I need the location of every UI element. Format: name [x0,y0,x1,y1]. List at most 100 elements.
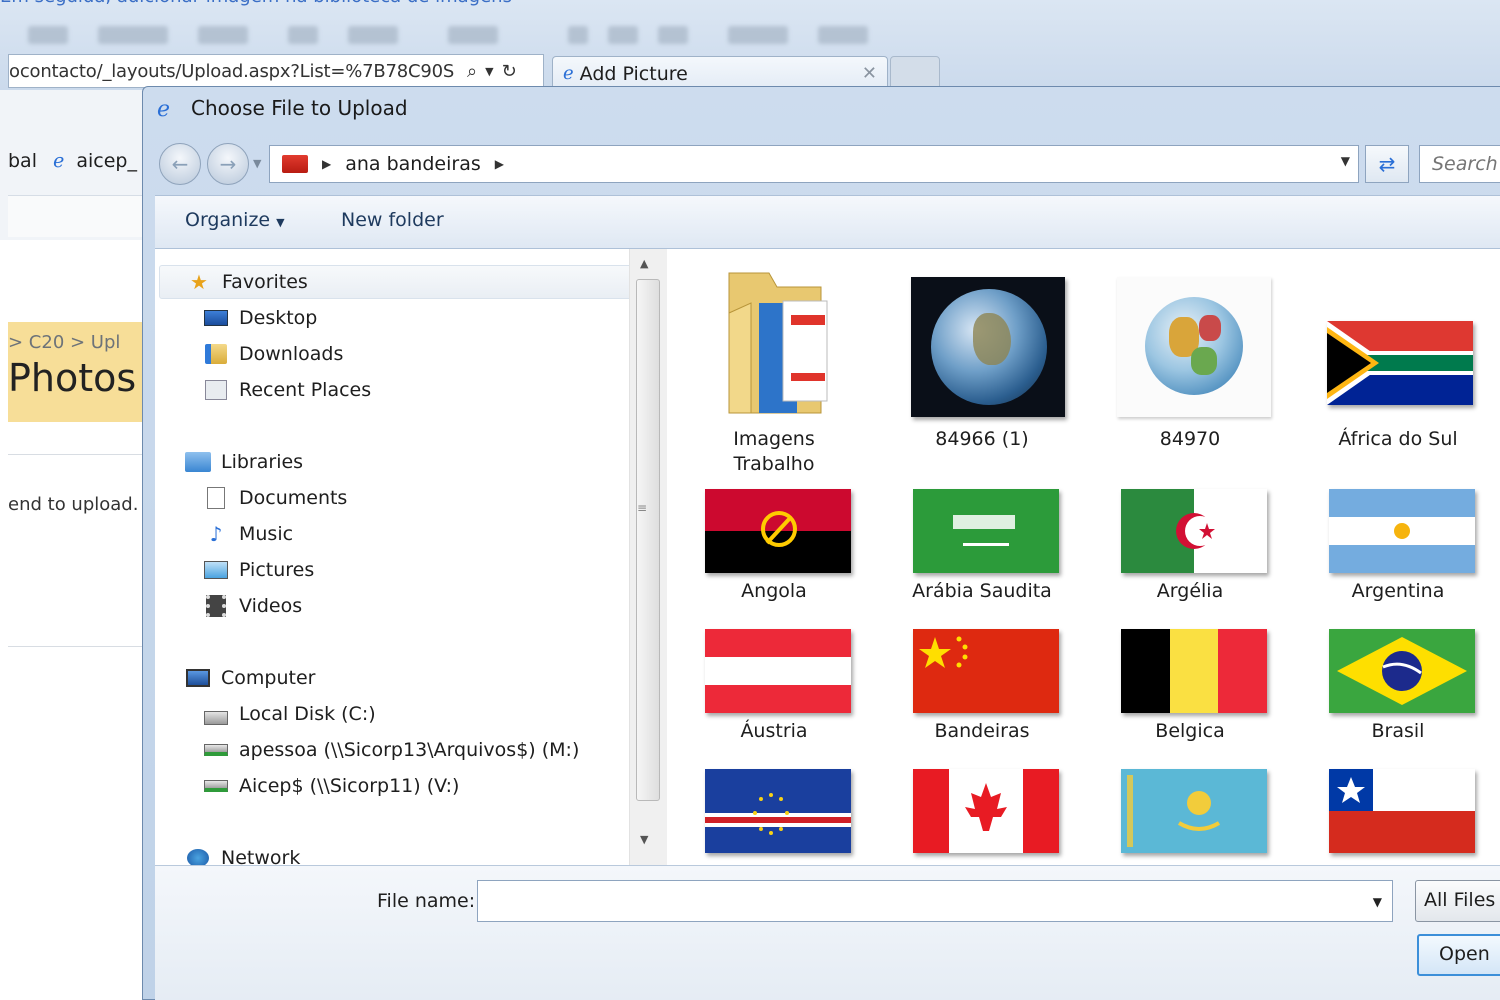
open-button[interactable]: Open [1417,934,1500,976]
file-item-cazaquistao[interactable] [1095,757,1285,865]
search-icon[interactable]: ⌕ [467,61,477,82]
tab-title: Add Picture [579,62,688,85]
nav-network[interactable]: Network [185,841,300,865]
recent-locations-dropdown[interactable]: ▼ [253,157,261,170]
nav-pictures[interactable]: Pictures [203,553,314,587]
forward-button[interactable]: → [207,143,249,185]
search-input[interactable] [1420,146,1500,182]
file-name-label: File name: [377,890,476,912]
command-bar: Organize ▼ New folder [155,195,1500,249]
file-item-argentina[interactable]: Argentina [1303,477,1493,617]
nav-downloads[interactable]: Downloads [203,337,343,371]
address-path-bar[interactable]: ▶ ana bandeiras ▶ ▼ [269,145,1359,183]
file-name-input[interactable] [478,881,1392,921]
new-tab-button[interactable] [890,56,940,90]
file-item-belgica[interactable]: Belgica [1095,617,1285,757]
browser-tab[interactable]: ℯ Add Picture ✕ [552,56,888,90]
file-item-bandeiras[interactable]: Bandeiras [887,617,1077,757]
file-type-select[interactable]: All Files ( [1415,880,1500,922]
page-heading-link[interactable]: Em seguida, adicionar imagem na bibliote… [0,0,900,8]
address-bar[interactable]: ocontacto/_layouts/Upload.aspx?List=%7B7… [8,54,544,88]
scroll-thumb[interactable] [636,279,660,801]
downloads-icon [203,342,229,366]
file-item-canada[interactable] [887,757,1077,865]
file-item-imagens-trabalho[interactable]: Imagens Trabalho [679,259,869,479]
page-title: Photos [8,356,137,400]
folder-icon [728,272,828,414]
file-item-84970[interactable]: 84970 [1095,259,1285,479]
file-label: Imagens Trabalho [733,428,815,475]
file-label: Angola [741,580,807,602]
file-name-combobox[interactable]: ▼ [477,880,1393,922]
star-icon: ★ [190,270,208,294]
dropdown-arrow-icon[interactable]: ▼ [485,65,493,78]
nav-desktop[interactable]: Desktop [203,301,317,335]
upload-instruction: end to upload. [8,494,139,515]
file-item-austria[interactable]: Áustria [679,617,869,757]
choose-file-dialog: ℯ Choose File to Upload ← → ▼ ▶ ana band… [142,86,1500,1000]
argentina-flag-icon [1329,489,1475,573]
network-icon [185,846,211,865]
nav-music[interactable]: ♪ Music [203,517,293,551]
file-item-argelia[interactable]: Argélia [1095,477,1285,617]
nav-recent-places[interactable]: Recent Places [203,373,371,407]
chevron-down-icon[interactable]: ▼ [1341,154,1350,168]
scroll-down-icon[interactable]: ▼ [640,833,648,846]
ie-icon: ℯ [157,97,171,122]
chevron-right-icon[interactable]: ▶ [495,157,504,171]
austria-flag-icon [705,629,851,713]
refresh-icon: ⇄ [1378,152,1396,176]
file-label: Áustria [740,720,808,742]
nav-local-disk[interactable]: Local Disk (C:) [203,697,376,731]
file-item-arabia-saudita[interactable]: Arábia Saudita [887,477,1077,617]
nav-label: Computer [221,667,316,689]
file-item-angola[interactable]: Angola [679,477,869,617]
navigation-pane: ★ Favorites Desktop Downloads Recent Pla… [155,249,667,865]
nav-favorites[interactable]: ★ Favorites [159,265,635,299]
nav-label: Favorites [222,271,308,293]
back-button[interactable]: ← [159,143,201,185]
chevron-down-icon[interactable]: ▼ [1373,895,1382,909]
breadcrumb[interactable]: > C20 > Upl [8,332,120,353]
file-item-chile[interactable] [1303,757,1493,865]
chevron-right-icon[interactable]: ▶ [322,157,331,171]
arrow-left-icon: ← [171,152,189,176]
nav-videos[interactable]: Videos [203,589,302,623]
south-africa-flag-icon [1327,321,1473,405]
scroll-up-icon[interactable]: ▲ [640,257,648,270]
divider [8,454,148,455]
close-tab-icon[interactable]: ✕ [862,63,877,84]
refresh-button[interactable]: ⇄ [1365,145,1409,183]
globe-image [1117,277,1271,417]
nav-scrollbar[interactable]: ▲ ≡ ▼ [629,249,667,865]
address-url: ocontacto/_layouts/Upload.aspx?List=%7B7… [9,60,455,82]
refresh-icon[interactable]: ↻ [502,61,517,82]
path-segment[interactable]: ana bandeiras [345,153,481,175]
file-item-brasil[interactable]: Brasil [1303,617,1493,757]
nav-label: Music [239,523,294,545]
file-item-africa-do-sul[interactable]: África do Sul [1303,259,1493,479]
favorites-link[interactable]: aicep_ [76,150,137,172]
angola-flag-icon [705,489,851,573]
divider [8,195,148,237]
organize-button[interactable]: Organize ▼ [185,209,285,231]
nav-label: Recent Places [239,379,372,401]
file-item-84966[interactable]: 84966 (1) [887,259,1077,479]
nav-network-drive-v[interactable]: Aicep$ (\\Sicorp11) (V:) [203,769,459,803]
nav-network-drive-m[interactable]: apessoa (\\Sicorp13\Arquivos$) (M:) [203,733,579,767]
network-drive-icon [203,774,229,798]
arrow-right-icon: → [219,152,237,176]
nav-documents[interactable]: Documents [203,481,347,515]
chevron-down-icon: ▼ [276,216,285,229]
algeria-flag-icon [1121,489,1267,573]
nav-libraries[interactable]: Libraries [185,445,303,479]
nav-label: Network [221,847,301,865]
file-item-cabo-verde[interactable] [679,757,869,865]
new-folder-button[interactable]: New folder [341,209,444,231]
search-box[interactable] [1419,145,1500,183]
computer-icon [185,666,211,690]
nav-computer[interactable]: Computer [185,661,315,695]
file-label: Arábia Saudita [912,580,1052,602]
belgium-flag-icon [1121,629,1267,713]
documents-icon [203,486,229,510]
